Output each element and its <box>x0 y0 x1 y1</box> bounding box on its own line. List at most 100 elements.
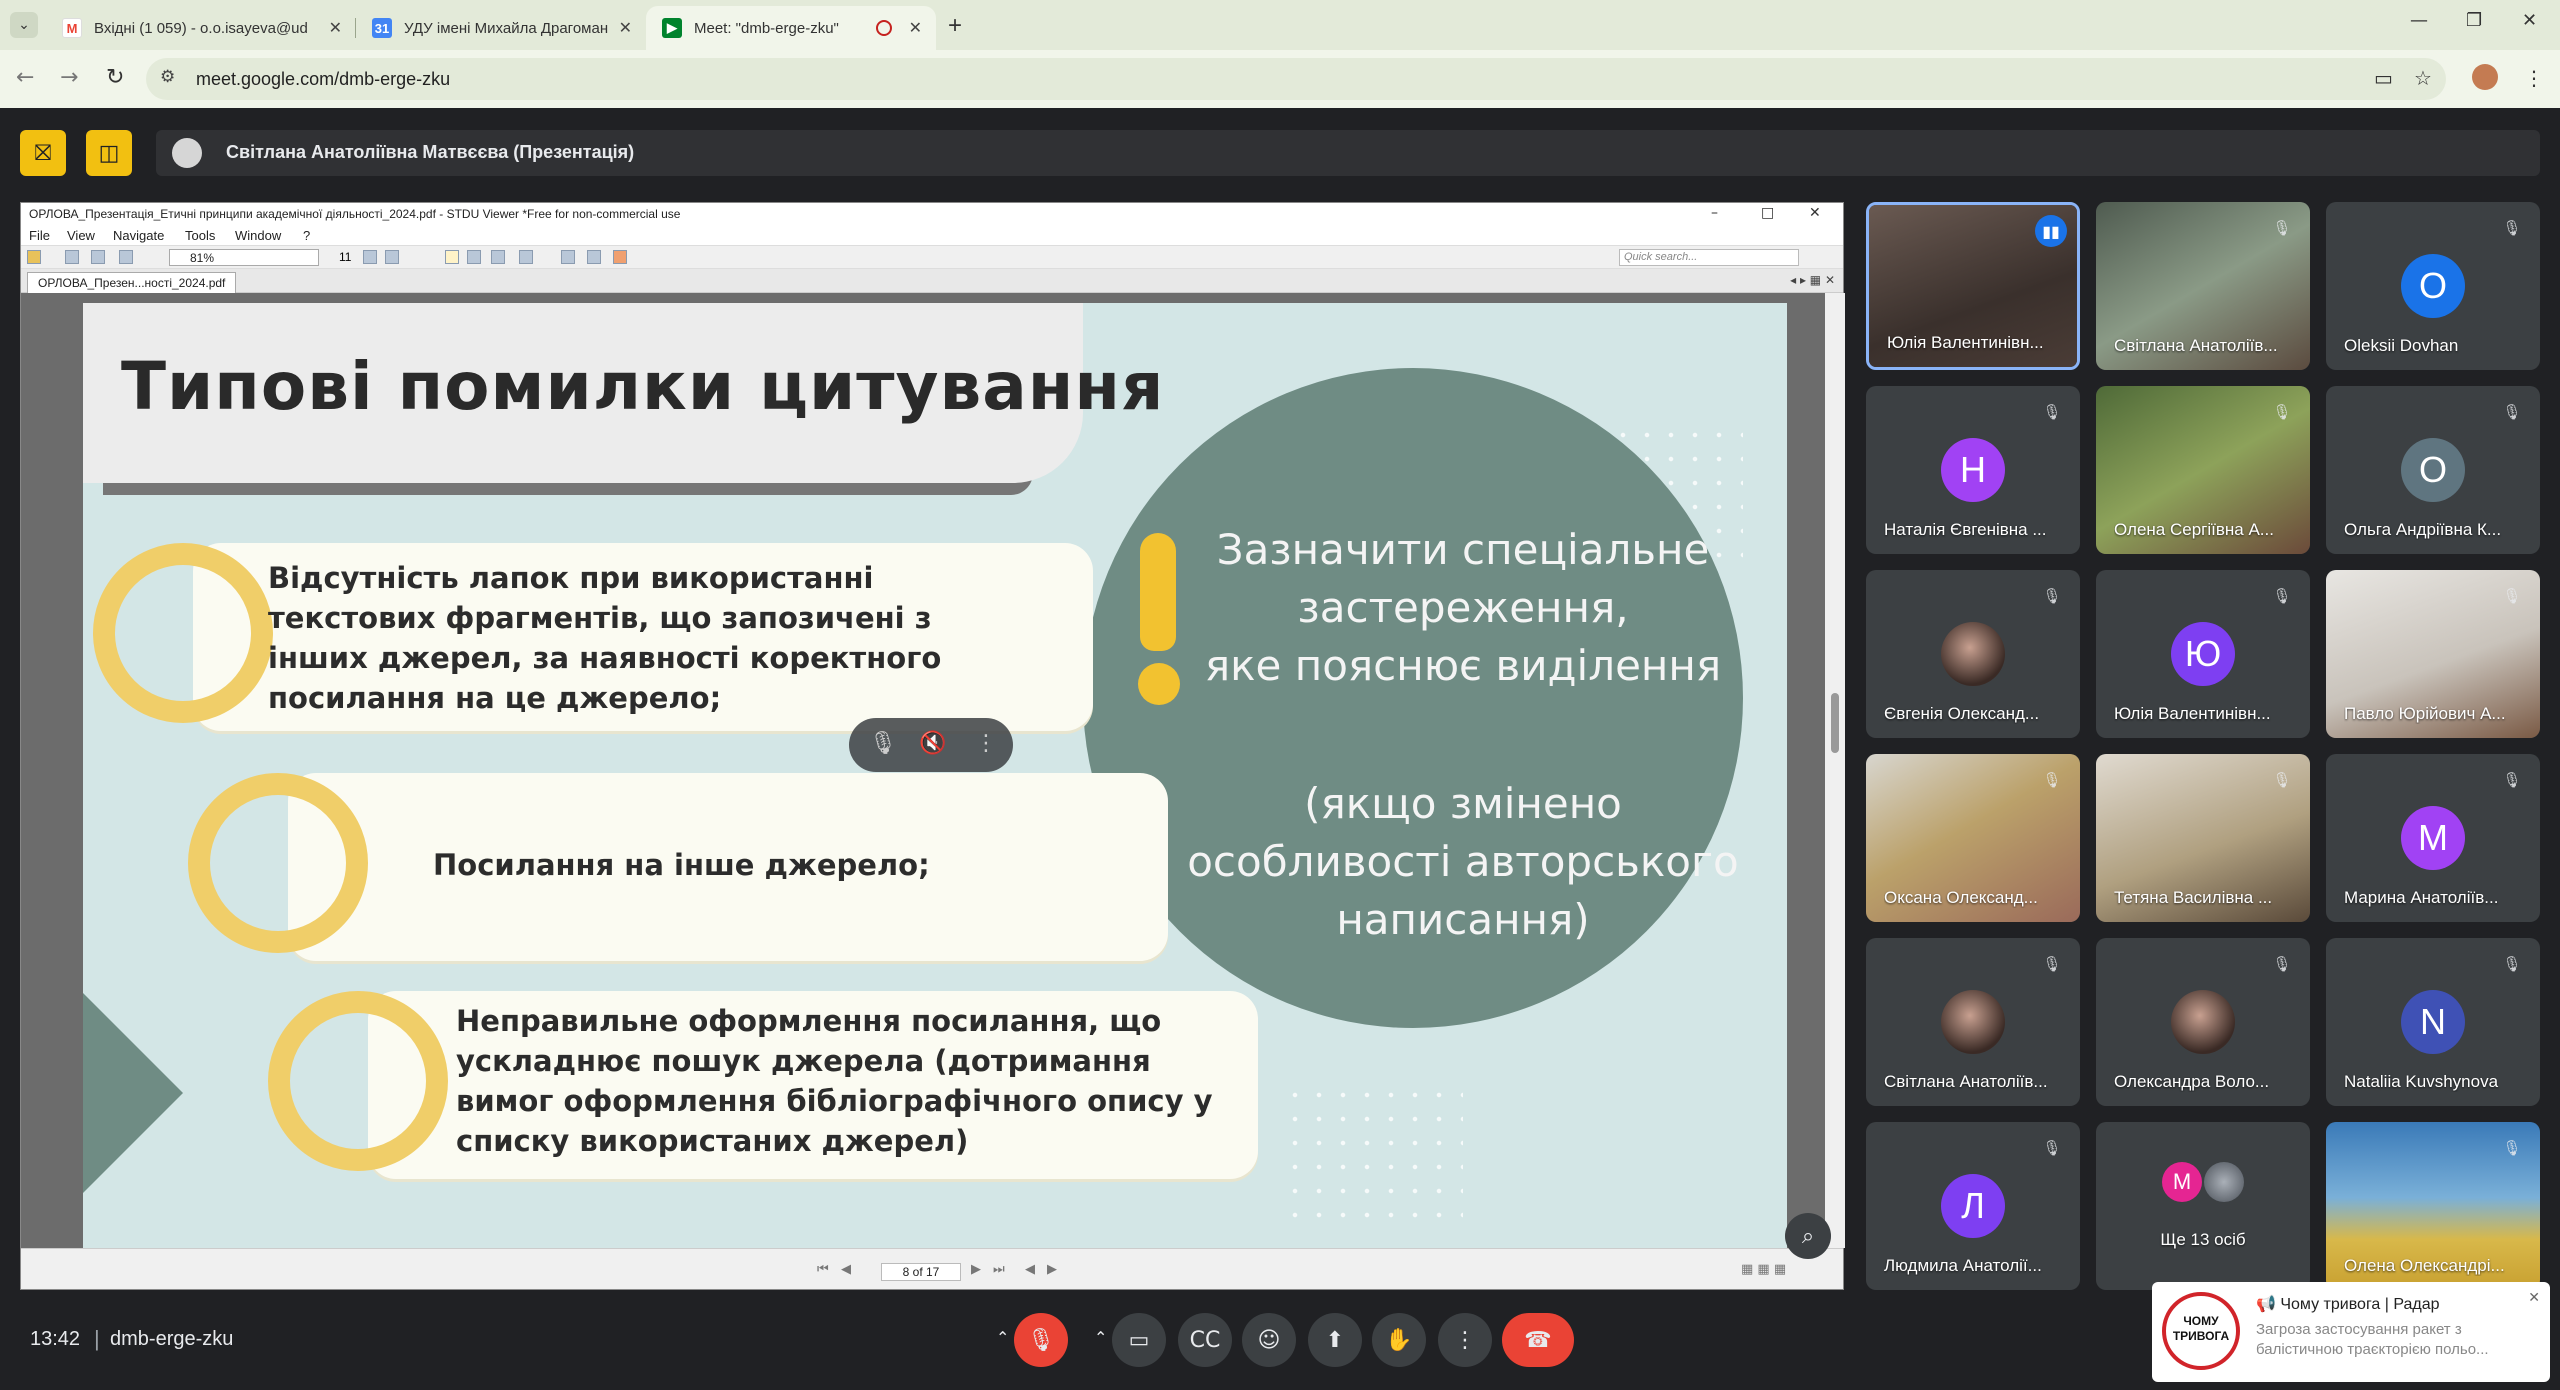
video-options-caret[interactable]: ⌃ <box>1094 1328 1107 1347</box>
first-page-icon[interactable]: ⏮ <box>817 1262 829 1277</box>
participant-tile[interactable]: 🎙 Олена Сергіївна А... <box>2096 386 2310 554</box>
close-tab-icon[interactable]: ✕ <box>909 18 922 38</box>
next-page-icon[interactable]: ▶ <box>971 1262 981 1277</box>
participant-tile[interactable]: М Ще 13 осіб <box>2096 1122 2310 1290</box>
participant-tile[interactable]: М 🎙 Марина Анатоліїв... <box>2326 754 2540 922</box>
page-indicator[interactable]: 8 of 17 <box>881 1263 961 1281</box>
participant-tile[interactable]: 🎙 Євгенія Олександ... <box>1866 570 2080 738</box>
quick-search-input[interactable]: Quick search... <box>1619 249 1799 266</box>
layout-icon[interactable]: ◫ <box>86 130 132 176</box>
participant-tile[interactable]: Л 🎙 Людмила Анатолії... <box>1866 1122 2080 1290</box>
menu-file[interactable]: File <box>29 228 50 243</box>
close-icon[interactable]: ✕ <box>2528 1290 2540 1306</box>
fit-icon[interactable] <box>363 250 377 264</box>
mute-icon[interactable]: 🎙 <box>869 731 897 756</box>
back-icon[interactable]: ← <box>16 65 34 90</box>
tab-nav-icons[interactable]: ◂ ▸ ▦ ✕ <box>1790 273 1835 287</box>
presented-window: ОРЛОВА_Презентація_Етичні принципи акаде… <box>20 202 1845 1290</box>
participant-name: Nataliia Kuvshynova <box>2344 1072 2499 1091</box>
participant-tile[interactable]: 🎙 Павло Юрійович А... <box>2326 570 2540 738</box>
forward-icon[interactable]: → <box>60 65 78 90</box>
select-icon[interactable] <box>467 250 481 264</box>
last-page-icon[interactable]: ⏭ <box>993 1262 1005 1277</box>
camera-icon[interactable]: ▭ <box>2374 66 2393 90</box>
new-tab-button[interactable]: + <box>948 12 962 40</box>
mic-off-button[interactable]: 🎙 <box>1014 1313 1068 1367</box>
participant-tile[interactable]: Н 🎙 Наталія Євгенівна ... <box>1866 386 2080 554</box>
minimize-icon[interactable]: — <box>2410 10 2428 31</box>
raise-hand-button[interactable]: ✋ <box>1372 1313 1426 1367</box>
tab-search-button[interactable]: ⌄ <box>10 12 38 38</box>
participant-tile[interactable]: 🎙 Тетяна Василівна ... <box>2096 754 2310 922</box>
snapshot-icon[interactable] <box>491 250 505 264</box>
url-text[interactable]: meet.google.com/dmb-erge-zku <box>196 69 450 90</box>
zoom-in-icon[interactable]: ⌕ <box>1785 1213 1831 1259</box>
notification-toast[interactable]: ЧОМУ ТРИВОГА 📢 Чому тривога | Радар Загр… <box>2152 1282 2550 1382</box>
vertical-scrollbar[interactable] <box>1825 293 1845 1248</box>
tab-calendar[interactable]: 31 УДУ імені Михайла Драгоман ✕ <box>356 6 646 50</box>
menu-view[interactable]: View <box>67 228 95 243</box>
highlight-icon[interactable] <box>613 250 627 264</box>
camera-button[interactable]: ▭ <box>1112 1313 1166 1367</box>
mic-off-icon: 🎙 <box>2272 403 2292 421</box>
hand-tool-icon[interactable] <box>445 250 459 264</box>
participant-name: Ще 13 осіб <box>2160 1230 2246 1249</box>
participant-name: Юлія Валентинівн... <box>2114 704 2271 723</box>
stdu-doc-tab[interactable]: ОРЛОВА_Презен...ності_2024.pdf <box>27 272 237 293</box>
stdu-close-icon[interactable]: ✕ <box>1809 205 1821 221</box>
bookmark-icon[interactable] <box>519 250 533 264</box>
reload-icon[interactable]: ↻ <box>106 65 124 90</box>
participant-tile[interactable]: О 🎙 Ольга Андріївна К... <box>2326 386 2540 554</box>
omnibox[interactable]: ⚙ meet.google.com/dmb-erge-zku <box>146 58 2446 100</box>
present-button[interactable]: ⬆ <box>1308 1313 1362 1367</box>
stdu-title-bar: ОРЛОВА_Презентація_Етичні принципи акаде… <box>21 203 1843 225</box>
captions-button[interactable]: CC <box>1178 1313 1232 1367</box>
reactions-button[interactable]: ☺ <box>1242 1313 1296 1367</box>
stdu-minimize-icon[interactable]: – <box>1711 205 1718 221</box>
participant-tile[interactable]: 🎙 Оксана Олександ... <box>1866 754 2080 922</box>
tab-meet[interactable]: ▶ Meet: "dmb-erge-zku" ✕ <box>646 6 936 50</box>
participant-tile[interactable]: ▮▮ Юлія Валентинівн... <box>1866 202 2080 370</box>
participant-tile[interactable]: 🎙 Олександра Воло... <box>2096 938 2310 1106</box>
presenter-bar: Світлана Анатоліївна Матвєєва (Презентац… <box>156 130 2540 176</box>
close-tab-icon[interactable]: ✕ <box>619 18 632 38</box>
stdu-restore-icon[interactable]: □ <box>1761 205 1774 221</box>
more-options-button[interactable]: ⋮ <box>1438 1313 1492 1367</box>
card-ring <box>93 543 273 723</box>
profile-avatar[interactable] <box>2472 64 2498 90</box>
view-mode-icon[interactable]: ▦ ▦ ▦ <box>1741 1262 1786 1277</box>
menu-tools[interactable]: Tools <box>185 228 215 243</box>
presentation-off-icon[interactable]: ⛝ <box>20 130 66 176</box>
menu-window[interactable]: Window <box>235 228 281 243</box>
menu-navigate[interactable]: Navigate <box>113 228 164 243</box>
swap-icon[interactable] <box>587 250 601 264</box>
zoom-select[interactable]: 81% <box>169 249 319 266</box>
audio-off-icon[interactable]: 🔇 <box>919 731 946 756</box>
tab-gmail[interactable]: M Вхідні (1 059) - o.o.isayeva@ud ✕ <box>46 6 356 50</box>
audio-options-caret[interactable]: ⌃ <box>996 1328 1009 1347</box>
participant-tile[interactable]: O 🎙 Oleksii Dovhan <box>2326 202 2540 370</box>
forward-icon[interactable]: ▶ <box>1047 1262 1057 1277</box>
site-info-icon[interactable]: ⚙ <box>160 67 175 87</box>
fit-icon[interactable] <box>385 250 399 264</box>
participant-tile[interactable]: Ю 🎙 Юлія Валентинівн... <box>2096 570 2310 738</box>
page-icon[interactable] <box>119 250 133 264</box>
open-icon[interactable] <box>27 250 41 264</box>
participant-tile[interactable]: 🎙 Світлана Анатоліїв... <box>1866 938 2080 1106</box>
close-tab-icon[interactable]: ✕ <box>329 18 342 38</box>
back-icon[interactable]: ◀ <box>1025 1262 1035 1277</box>
participant-tile[interactable]: N 🎙 Nataliia Kuvshynova <box>2326 938 2540 1106</box>
prev-page-icon[interactable]: ◀ <box>841 1262 851 1277</box>
leave-call-button[interactable]: ☎ <box>1502 1313 1574 1367</box>
page-icon[interactable] <box>91 250 105 264</box>
participant-tile[interactable]: 🎙 Світлана Анатоліїв... <box>2096 202 2310 370</box>
close-window-icon[interactable]: ✕ <box>2522 10 2537 31</box>
menu-help[interactable]: ? <box>303 228 310 243</box>
print-icon[interactable] <box>65 250 79 264</box>
more-options-icon[interactable]: ⋮ <box>975 731 997 756</box>
participant-tile[interactable]: 🎙 Олена Олександрі... <box>2326 1122 2540 1290</box>
find-icon[interactable] <box>561 250 575 264</box>
menu-icon[interactable]: ⋮ <box>2524 66 2544 90</box>
bookmark-star-icon[interactable]: ☆ <box>2414 66 2432 90</box>
restore-icon[interactable]: ❐ <box>2466 10 2482 31</box>
